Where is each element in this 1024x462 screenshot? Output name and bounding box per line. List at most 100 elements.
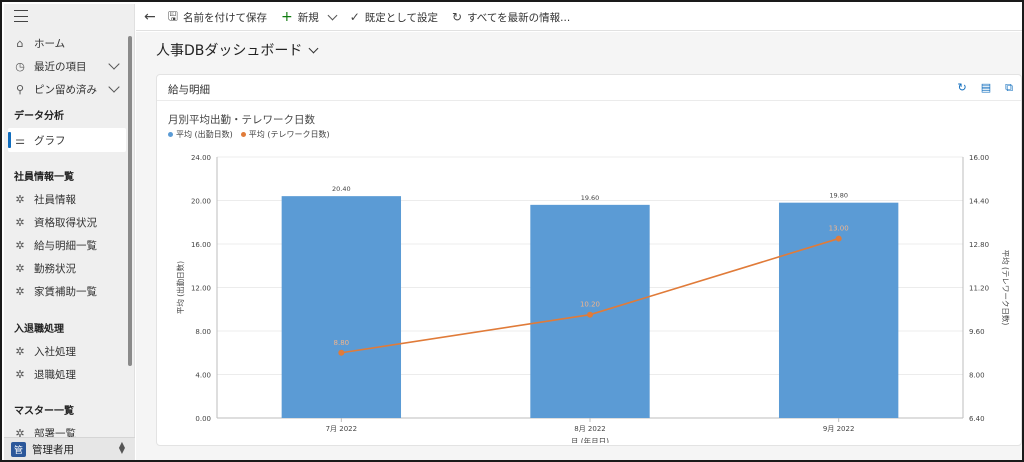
card-title: 給与明細: [168, 84, 210, 96]
y2-tick-label: 14.40: [969, 198, 989, 206]
puzzle-icon: ✲: [15, 284, 25, 298]
area-badge: 管: [11, 441, 26, 457]
puzzle-icon: ✲: [15, 367, 25, 381]
puzzle-icon: ✲: [15, 261, 25, 275]
y2-tick-label: 6.40: [969, 415, 985, 423]
command-bar: ← 🖫 名前を付けて保存 + 新規 ✓ 既定として設定 ↻ すべてを最新の情報.…: [136, 4, 1022, 31]
line-point: [835, 235, 842, 242]
chart-title: 月別平均出勤・テレワーク日数: [168, 114, 315, 126]
page-title: 人事DBダッシュボード: [156, 43, 303, 59]
chevron-down-icon[interactable]: [308, 43, 319, 53]
line-point: [587, 311, 593, 318]
sidebar-item-label: 資格取得状況: [34, 216, 97, 229]
y2-tick-label: 9.60: [969, 328, 985, 336]
sidebar-item-label: ホーム: [34, 37, 66, 50]
chart-bar: [530, 204, 650, 418]
refresh-icon[interactable]: ↻: [958, 81, 967, 95]
sidebar-item-label: 入社処理: [34, 345, 76, 358]
line-data-label: 13.00: [829, 225, 849, 233]
sidebar-group-title: マスター一覧: [14, 406, 74, 417]
puzzle-icon: ✲: [15, 215, 25, 229]
sidebar: ⌂ ホーム ◷ 最近の項目 ⚲ ピン留め済み データ分析 ⚌ グラフ 社員情報一…: [4, 4, 135, 460]
dashboard-selector[interactable]: 人事DBダッシュボード: [156, 40, 319, 60]
chart-card: 給与明細 ↻ ▤ ⧉ 月別平均出勤・テレワーク日数 平均 (出勤日数) 平均 (…: [156, 74, 1022, 446]
chevron-down-icon[interactable]: [108, 58, 120, 70]
sidebar-item-label: 給与明細一覧: [34, 239, 97, 252]
x-tick-label: 8月 2022: [574, 425, 606, 433]
refresh-all-button[interactable]: ↻ すべてを最新の情報...: [452, 10, 570, 25]
chevron-down-icon[interactable]: [108, 81, 120, 93]
sidebar-item-label: 社員情報: [34, 193, 76, 206]
x-axis-title: 月 (年月日): [571, 436, 609, 443]
puzzle-icon: ✲: [15, 344, 25, 358]
chevron-down-icon[interactable]: [327, 10, 338, 20]
chevron-updown-icon: ▲ ▼: [118, 440, 125, 455]
line-point: [338, 349, 345, 356]
home-icon: ⌂: [16, 36, 24, 50]
chart-bar: [281, 196, 402, 418]
expand-chart-icon[interactable]: ⧉: [1005, 81, 1013, 95]
sidebar-group-title: データ分析: [14, 111, 64, 122]
y2-tick-label: 16.00: [969, 154, 989, 162]
y-tick-label: 0.00: [195, 415, 211, 423]
sidebar-item-label: グラフ: [34, 134, 66, 147]
chart-icon: ⚌: [15, 133, 25, 147]
y-tick-label: 4.00: [195, 372, 211, 380]
sidebar-item-payslips[interactable]: ✲ 給与明細一覧: [4, 234, 126, 256]
sidebar-item-offboarding[interactable]: ✲ 退職処理: [4, 363, 126, 385]
area-switcher[interactable]: 管 管理者用 ▲ ▼: [4, 437, 135, 460]
set-default-button[interactable]: ✓ 既定として設定: [350, 10, 438, 25]
main-content: 人事DBダッシュボード 給与明細 ↻ ▤ ⧉ 月別平均出勤・テレワーク日数 平均…: [136, 32, 1022, 460]
app-window: ⌂ ホーム ◷ 最近の項目 ⚲ ピン留め済み データ分析 ⚌ グラフ 社員情報一…: [0, 0, 1024, 462]
sidebar-item-attendance[interactable]: ✲ 勤務状況: [4, 257, 126, 279]
checkmark-icon: ✓: [349, 10, 360, 24]
refresh-icon: ↻: [451, 10, 463, 24]
sidebar-item-label: 退職処理: [34, 368, 76, 381]
new-label: 新規: [297, 11, 319, 24]
sidebar-item-home[interactable]: ⌂ ホーム: [4, 32, 126, 54]
sidebar-item-label: 勤務状況: [34, 262, 76, 275]
line-data-label: 8.80: [334, 339, 350, 347]
chart-bar: [778, 202, 899, 418]
line-data-label: 10.20: [580, 301, 600, 309]
sidebar-scrollbar[interactable]: [128, 36, 132, 366]
sidebar-item-qualifications[interactable]: ✲ 資格取得状況: [4, 211, 126, 233]
bar-data-label: 19.80: [829, 192, 848, 200]
x-tick-label: 9月 2022: [823, 425, 855, 433]
new-button[interactable]: + 新規: [281, 9, 338, 25]
y-axis-title: 平均 (出勤日数): [175, 261, 185, 314]
back-arrow-icon[interactable]: ←: [144, 9, 156, 25]
set-default-label: 既定として設定: [364, 11, 438, 24]
view-records-icon[interactable]: ▤: [981, 81, 991, 95]
sidebar-item-rent-subsidy[interactable]: ✲ 家賃補助一覧: [4, 280, 126, 302]
y2-tick-label: 8.00: [969, 372, 985, 380]
card-toolbar: ↻ ▤ ⧉: [944, 81, 1013, 95]
puzzle-icon: ✲: [15, 192, 25, 206]
refresh-all-label: すべてを最新の情報...: [467, 11, 571, 24]
combo-chart: 0.00 4.00 8.00 12.00 16.00 20.00 24.00 6.40 8.00…: [175, 154, 1011, 443]
y-tick-label: 20.00: [191, 198, 211, 206]
y-tick-label: 8.00: [195, 328, 211, 336]
y-tick-label: 16.00: [191, 241, 211, 249]
y-tick-label: 24.00: [191, 154, 211, 162]
x-tick-label: 7月 2022: [326, 425, 358, 433]
sidebar-group-title: 入退職処理: [14, 324, 64, 335]
sidebar-item-label: ピン留め済み: [34, 83, 97, 96]
save-as-button[interactable]: 🖫 名前を付けて保存: [168, 7, 267, 28]
sidebar-item-pinned[interactable]: ⚲ ピン留め済み: [4, 78, 126, 100]
bar-data-label: 20.40: [332, 185, 351, 193]
y2-axis-title: 平均 (テレワーク日数): [1001, 250, 1011, 326]
sidebar-item-recent[interactable]: ◷ 最近の項目: [4, 55, 126, 77]
bar-data-label: 19.60: [581, 194, 600, 202]
save-as-label: 名前を付けて保存: [182, 11, 267, 24]
sidebar-item-label: 家賃補助一覧: [34, 285, 97, 298]
sidebar-item-employee-info[interactable]: ✲ 社員情報: [4, 188, 126, 210]
hamburger-menu-icon[interactable]: [14, 10, 28, 22]
sidebar-item-graph[interactable]: ⚌ グラフ: [4, 129, 126, 151]
card-header: 給与明細 ↻ ▤ ⧉: [157, 75, 1021, 101]
y-tick-label: 12.00: [191, 285, 211, 293]
sidebar-item-onboarding[interactable]: ✲ 入社処理: [4, 340, 126, 362]
pin-icon: ⚲: [15, 82, 25, 96]
sidebar-group-title: 社員情報一覧: [14, 172, 74, 183]
sidebar-item-label: 最近の項目: [34, 60, 87, 73]
